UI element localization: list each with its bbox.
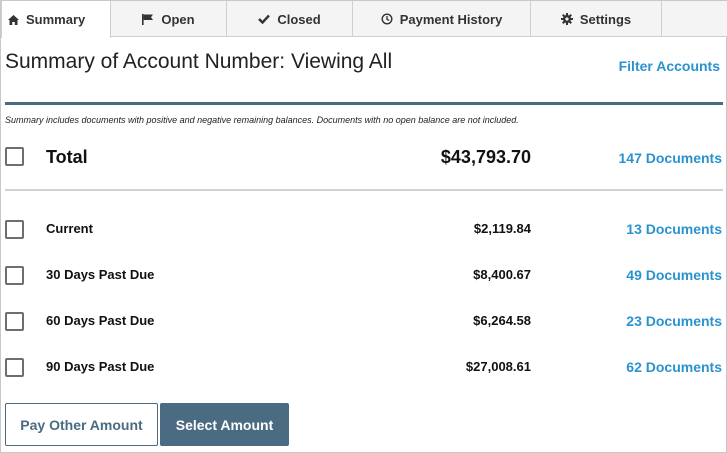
select-amount-button[interactable]: Select Amount bbox=[160, 403, 289, 446]
total-divider bbox=[5, 189, 723, 191]
aging-row-60-days: 60 Days Past Due $6,264.58 23 Documents bbox=[1, 303, 727, 339]
tab-settings-label: Settings bbox=[579, 11, 632, 27]
tab-closed-label: Closed bbox=[277, 11, 321, 27]
tab-settings[interactable]: Settings bbox=[531, 1, 662, 37]
aging-row-90-days: 90 Days Past Due $27,008.61 62 Documents bbox=[1, 349, 727, 385]
aging-amount: $27,008.61 bbox=[465, 359, 531, 374]
60-days-checkbox[interactable] bbox=[5, 312, 24, 331]
filter-accounts-link[interactable]: Filter Accounts bbox=[619, 58, 720, 74]
90-days-checkbox[interactable] bbox=[5, 358, 24, 377]
header-divider bbox=[5, 102, 723, 105]
aging-amount: $2,119.84 bbox=[473, 221, 531, 236]
flag-icon bbox=[142, 13, 154, 25]
total-amount: $43,793.70 bbox=[440, 147, 531, 167]
total-checkbox[interactable] bbox=[5, 147, 24, 166]
clock-icon bbox=[381, 13, 393, 25]
tab-open-label: Open bbox=[161, 11, 195, 27]
tab-summary[interactable]: Summary bbox=[1, 1, 111, 38]
gear-icon bbox=[560, 13, 573, 25]
summary-note: Summary includes documents with positive… bbox=[5, 115, 519, 125]
account-summary-panel: Summary Open Closed Payment History Sett… bbox=[0, 0, 727, 453]
page-title: Summary of Account Number: Viewing All bbox=[5, 50, 393, 73]
aging-label: 90 Days Past Due bbox=[46, 359, 155, 374]
aging-label: Current bbox=[46, 221, 93, 236]
aging-row-current: Current $2,119.84 13 Documents bbox=[1, 211, 727, 247]
aging-amount: $8,400.67 bbox=[473, 267, 531, 282]
check-icon bbox=[258, 14, 271, 24]
total-row: Total $43,793.70 147 Documents bbox=[1, 139, 727, 175]
tab-open[interactable]: Open bbox=[111, 1, 227, 37]
aging-amount: $6,264.58 bbox=[473, 313, 531, 328]
aging-documents-link[interactable]: 49 Documents bbox=[626, 267, 722, 283]
aging-documents-link[interactable]: 62 Documents bbox=[626, 359, 722, 375]
pay-other-amount-button[interactable]: Pay Other Amount bbox=[5, 403, 158, 446]
tab-payment-history[interactable]: Payment History bbox=[353, 1, 531, 37]
home-icon bbox=[8, 14, 19, 25]
tab-payment-history-label: Payment History bbox=[399, 11, 503, 27]
30-days-checkbox[interactable] bbox=[5, 266, 24, 285]
aging-row-30-days: 30 Days Past Due $8,400.67 49 Documents bbox=[1, 257, 727, 293]
tab-bar: Summary Open Closed Payment History Sett… bbox=[1, 1, 727, 38]
aging-documents-link[interactable]: 13 Documents bbox=[626, 221, 722, 237]
aging-label: 30 Days Past Due bbox=[46, 267, 155, 282]
tab-summary-label: Summary bbox=[26, 12, 86, 27]
current-checkbox[interactable] bbox=[5, 220, 24, 239]
total-documents-link[interactable]: 147 Documents bbox=[619, 150, 722, 166]
total-label: Total bbox=[46, 147, 88, 167]
tab-closed[interactable]: Closed bbox=[227, 1, 353, 37]
aging-documents-link[interactable]: 23 Documents bbox=[626, 313, 722, 329]
aging-label: 60 Days Past Due bbox=[46, 313, 155, 328]
